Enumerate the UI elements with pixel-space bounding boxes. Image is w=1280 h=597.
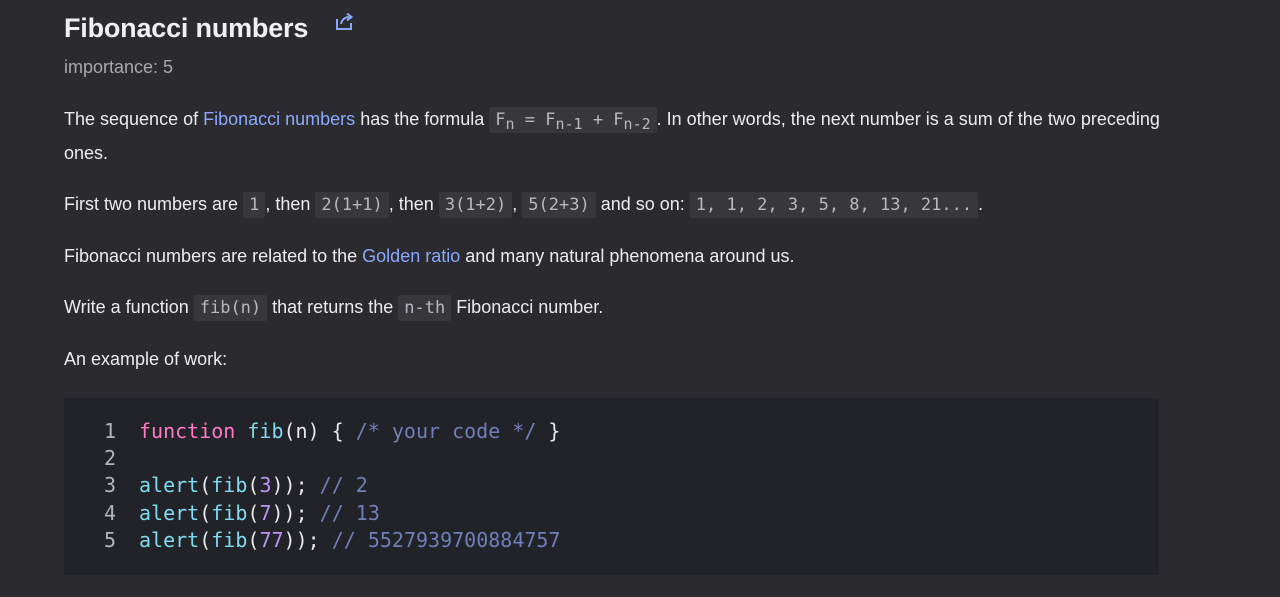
- code-text: (: [247, 500, 260, 525]
- text: , then: [388, 194, 439, 214]
- inline-code: 3(1+2): [438, 192, 513, 218]
- paragraph-first-numbers: First two numbers are 1, then 2(1+1), th…: [64, 188, 983, 222]
- code-line: 5 alert(fib(77)); // 5527939700884757: [64, 527, 561, 554]
- paragraph-golden-ratio: Fibonacci numbers are related to the Gol…: [64, 240, 794, 273]
- text: Fibonacci number.: [451, 297, 604, 317]
- code-comment: // 5527939700884757: [319, 527, 561, 552]
- code-text: ));: [283, 527, 320, 552]
- text: Write a function: [64, 297, 194, 317]
- code-function: alert: [139, 473, 200, 498]
- code-comment: // 2: [307, 473, 368, 498]
- code-function: fib: [211, 527, 248, 552]
- code-text: (: [199, 500, 212, 525]
- code-text: ));: [271, 500, 308, 525]
- inline-code: fib(n): [193, 295, 268, 321]
- code-function: fib: [247, 419, 284, 443]
- text: Fibonacci numbers are related to the: [64, 246, 363, 266]
- code-text: (: [199, 527, 212, 552]
- code-function: fib: [211, 500, 248, 525]
- page-title: Fibonacci numbers: [64, 12, 309, 43]
- formula-subscript: n-1: [555, 115, 583, 133]
- line-number: 4: [103, 500, 116, 525]
- inline-code: 1: [243, 192, 266, 218]
- inline-code: 5(2+3): [522, 192, 596, 218]
- golden-ratio-link[interactable]: Golden ratio: [362, 246, 460, 266]
- paragraph-example-label: An example of work:: [64, 349, 228, 369]
- text: has the formula: [355, 109, 490, 129]
- code-text: (: [199, 473, 212, 498]
- code-keyword: function: [139, 419, 236, 443]
- code-function: alert: [139, 527, 200, 552]
- code-text: (: [247, 473, 260, 498]
- code-number: 77: [259, 527, 284, 552]
- code-function: fib: [211, 473, 248, 498]
- code-comment: // 13: [307, 500, 380, 525]
- line-number: 1: [103, 419, 116, 443]
- text: The sequence of: [64, 109, 204, 129]
- code-comment: /* your code */: [355, 419, 537, 443]
- code-text: ));: [271, 473, 308, 498]
- inline-code: 1, 1, 2, 3, 5, 8, 13, 21...: [689, 192, 979, 218]
- paragraph-formula: The sequence of Fibonacci numbers has th…: [64, 103, 1164, 170]
- text: .: [978, 194, 984, 214]
- code-text: }: [536, 419, 561, 443]
- code-example-block[interactable]: 1 function fib (n) { /* your code */ } 2 3…: [64, 398, 1159, 575]
- code-line: 1 function fib (n) { /* your code */ }: [64, 418, 561, 445]
- code-line: 4 alert(fib(7)); // 13: [64, 500, 560, 527]
- code-number: 7: [259, 500, 272, 525]
- code-function: alert: [139, 500, 200, 525]
- code-lines: 1 function fib (n) { /* your code */ } 2 3…: [64, 418, 561, 554]
- text: First two numbers are: [64, 194, 244, 214]
- text: and many natural phenomena around us.: [460, 246, 795, 266]
- text: and so on:: [595, 194, 690, 214]
- text: , then: [265, 194, 316, 214]
- code-line: 2: [64, 445, 560, 472]
- line-number: 5: [103, 527, 116, 552]
- formula-subscript: n: [505, 115, 515, 133]
- code-text: (n) {: [283, 419, 356, 443]
- inline-code: n-th: [398, 295, 452, 321]
- code-number: 3: [259, 473, 272, 498]
- fibonacci-numbers-link[interactable]: Fibonacci numbers: [203, 109, 355, 129]
- line-number: 3: [103, 473, 116, 498]
- importance-label: importance: 5: [64, 57, 174, 77]
- formula-part: + F: [582, 110, 624, 130]
- open-in-new-window-icon[interactable]: [334, 11, 356, 33]
- line-number: 2: [103, 446, 116, 471]
- formula-code: Fn = Fn-1 + Fn-2: [489, 107, 657, 133]
- formula-subscript: n-2: [623, 115, 651, 133]
- title-row: Fibonacci numbers: [64, 10, 356, 46]
- formula-part: = F: [514, 110, 556, 130]
- formula-part: F: [495, 110, 506, 130]
- code-text: (: [247, 527, 260, 552]
- paragraph-task: Write a function fib(n) that returns the…: [64, 291, 603, 325]
- text: ,: [512, 194, 523, 214]
- text: that returns the: [267, 297, 399, 317]
- inline-code: 2(1+1): [315, 192, 389, 218]
- code-line: 3 alert(fib(3)); // 2: [64, 472, 560, 499]
